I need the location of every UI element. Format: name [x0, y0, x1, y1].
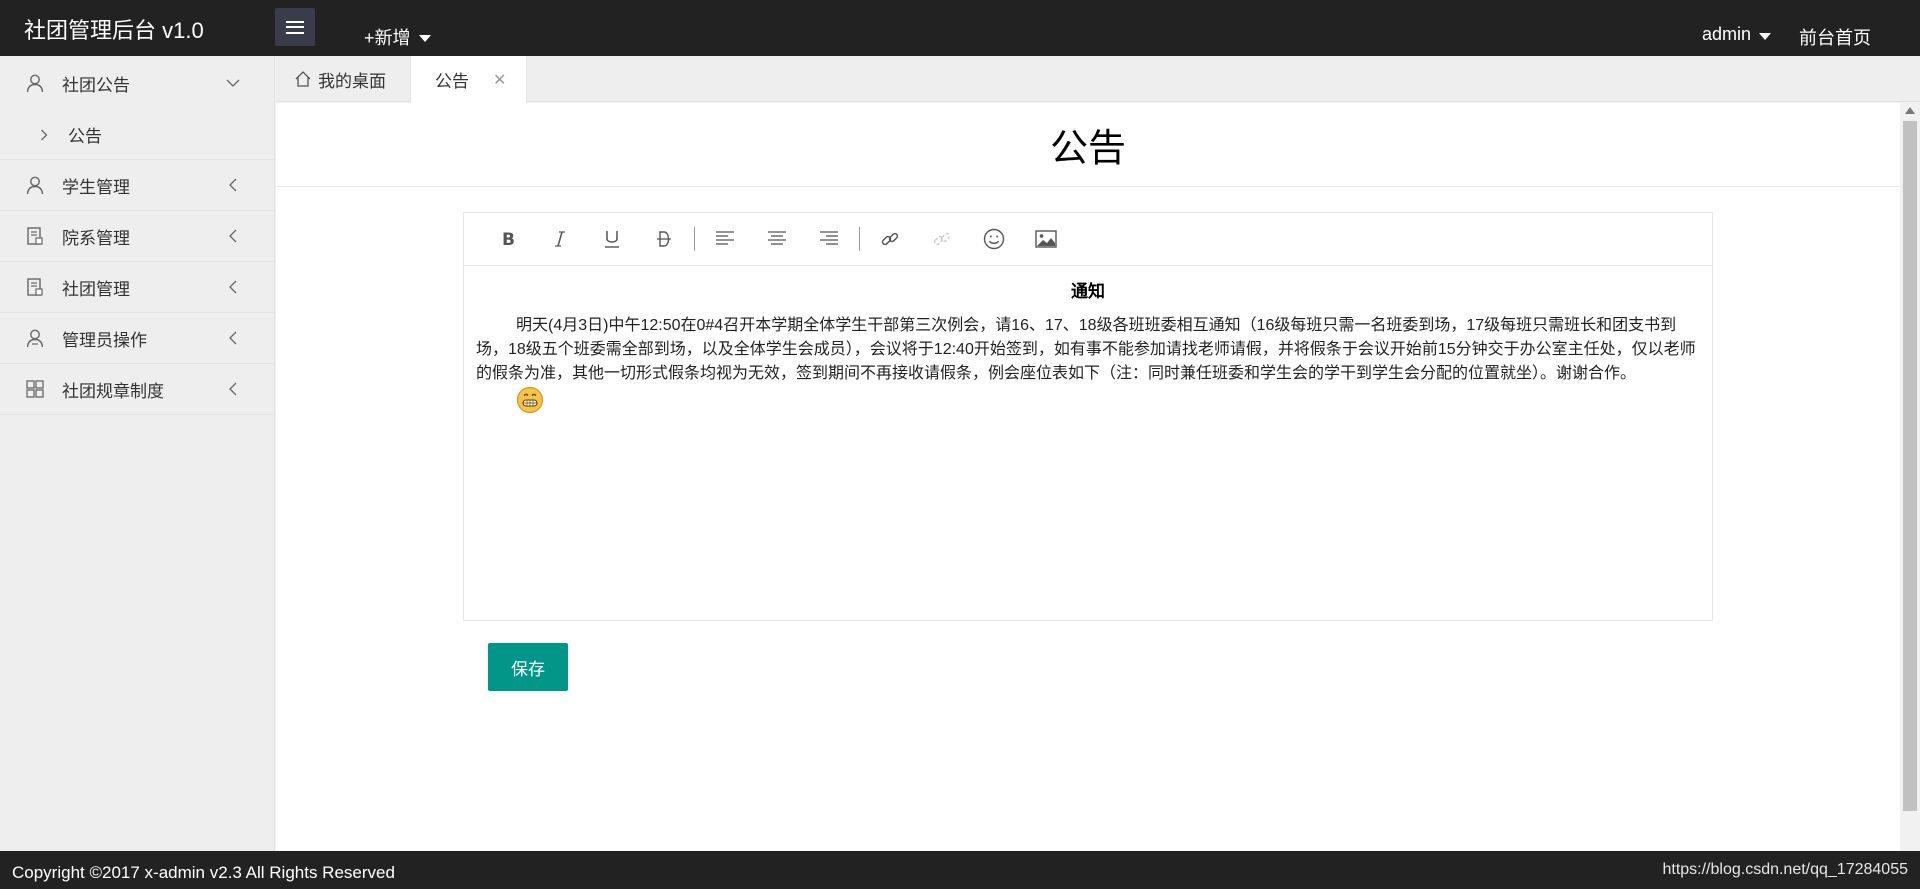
sidebar-item-club-rules[interactable]: 社团规章制度 [0, 364, 274, 415]
admin-user-dropdown[interactable]: admin [1702, 24, 1772, 45]
rich-text-editor[interactable]: B 通知 明天(4月3日)中午12:50在0#4召开本学期全体学生干部第三次例会… [463, 212, 1713, 621]
bold-button[interactable]: B [482, 219, 534, 259]
notice-text: 明天(4月3日)中午12:50在0#4召开本学期全体学生干部第三次例会，请16、… [476, 314, 1700, 422]
unlink-button[interactable] [916, 219, 968, 259]
bold-icon: B [502, 230, 515, 248]
align-left-icon [716, 231, 734, 245]
chevron-left-icon [226, 178, 240, 192]
editor-toolbar: B [464, 213, 1712, 266]
scrollbar-thumb[interactable] [1903, 121, 1917, 811]
emoji-button[interactable] [968, 219, 1020, 259]
chevron-left-icon [226, 229, 240, 243]
image-button[interactable] [1020, 219, 1072, 259]
user-icon [24, 72, 46, 94]
sidebar-item-club-management[interactable]: 社团管理 [0, 262, 274, 313]
tab-notice[interactable]: 公告 ✕ [411, 56, 527, 103]
scroll-up-icon[interactable] [1905, 107, 1915, 114]
link-icon [881, 232, 899, 246]
front-home-link[interactable]: 前台首页 [1799, 24, 1871, 50]
chevron-down-icon [226, 76, 240, 90]
sidebar-item-club-notice[interactable]: 社团公告 [0, 56, 274, 110]
unlink-icon [933, 232, 951, 246]
tab-my-desktop[interactable]: 我的桌面 [276, 56, 411, 102]
menu-toggle-button[interactable] [275, 8, 315, 46]
align-right-icon [820, 231, 838, 245]
svg-text:B: B [502, 230, 515, 248]
strikethrough-icon [657, 231, 671, 247]
chevron-left-icon [226, 331, 240, 345]
emoji-icon [983, 228, 1005, 250]
notice-text-content: 明天(4月3日)中午12:50在0#4召开本学期全体学生干部第三次例会，请16、… [476, 317, 1696, 382]
link-button[interactable] [864, 219, 916, 259]
admin-user-icon [24, 327, 46, 349]
main-content: 公告 B 通知 明天(4月3日)中午12:50在0#4召开本学期全体学生干部第三… [276, 103, 1900, 851]
sidebar-subitem-label: 公告 [68, 127, 102, 146]
footer: Copyright ©2017 x-admin v2.3 All Rights … [0, 851, 1920, 889]
chevron-left-icon [226, 280, 240, 294]
page-title: 公告 [276, 103, 1900, 187]
underline-button[interactable] [586, 219, 638, 259]
grid-icon [24, 378, 46, 400]
caret-down-icon [418, 35, 431, 42]
toolbar-divider [694, 227, 695, 251]
app-logo-title[interactable]: 社团管理后台 v1.0 [24, 13, 204, 45]
tab-label: 公告 [435, 72, 469, 91]
admin-label: admin [1702, 24, 1752, 44]
caret-down-icon [1759, 32, 1772, 40]
sidebar-item-department-management[interactable]: 院系管理 [0, 211, 274, 262]
notice-title: 通知 [1071, 282, 1105, 301]
user-icon [24, 174, 46, 196]
top-header: 社团管理后台 v1.0 +新增 admin 前台首页 [0, 0, 1920, 56]
add-new-dropdown[interactable]: +新增 [364, 24, 431, 50]
italic-icon [555, 231, 565, 247]
chevron-right-icon [40, 129, 50, 141]
align-center-button[interactable] [751, 219, 803, 259]
sidebar-item-student-management[interactable]: 学生管理 [0, 160, 274, 211]
tab-label: 我的桌面 [318, 71, 386, 91]
sidebar-item-label: 管理员操作 [62, 330, 147, 350]
sidebar-item-admin-operations[interactable]: 管理员操作 [0, 313, 274, 364]
vertical-scrollbar[interactable] [1900, 103, 1920, 851]
align-left-button[interactable] [699, 219, 751, 259]
hamburger-icon [286, 20, 304, 34]
document-icon [24, 276, 46, 298]
sidebar-item-label: 学生管理 [62, 177, 130, 197]
align-center-icon [768, 231, 786, 245]
underline-icon [605, 231, 619, 248]
editor-body[interactable]: 通知 明天(4月3日)中午12:50在0#4召开本学期全体学生干部第三次例会，请… [464, 266, 1712, 422]
watermark-text: https://blog.csdn.net/qq_17284055 [1662, 861, 1908, 878]
close-icon[interactable]: ✕ [493, 70, 506, 90]
save-button[interactable]: 保存 [488, 643, 568, 691]
grin-emoji-icon [476, 386, 544, 422]
align-right-button[interactable] [803, 219, 855, 259]
copyright-text: Copyright ©2017 x-admin v2.3 All Rights … [12, 863, 395, 882]
strikethrough-button[interactable] [638, 219, 690, 259]
sidebar-subitem-notice[interactable]: 公告 [0, 110, 274, 160]
sidebar-item-label: 院系管理 [62, 228, 130, 248]
sidebar-item-label: 社团规章制度 [62, 381, 164, 401]
sidebar-item-label: 社团管理 [62, 279, 130, 299]
sidebar-item-label: 社团公告 [62, 75, 130, 95]
image-icon [1035, 230, 1057, 248]
toolbar-divider [859, 227, 860, 251]
italic-button[interactable] [534, 219, 586, 259]
sidebar: 社团公告 公告 学生管理 院系管理 社团管理 管理员操作 社团规章制度 [0, 56, 275, 851]
home-icon [294, 70, 312, 88]
document-icon [24, 225, 46, 247]
chevron-left-icon [226, 382, 240, 396]
tab-bar: 我的桌面 公告 ✕ [276, 56, 1920, 103]
add-new-label: +新增 [364, 28, 411, 48]
